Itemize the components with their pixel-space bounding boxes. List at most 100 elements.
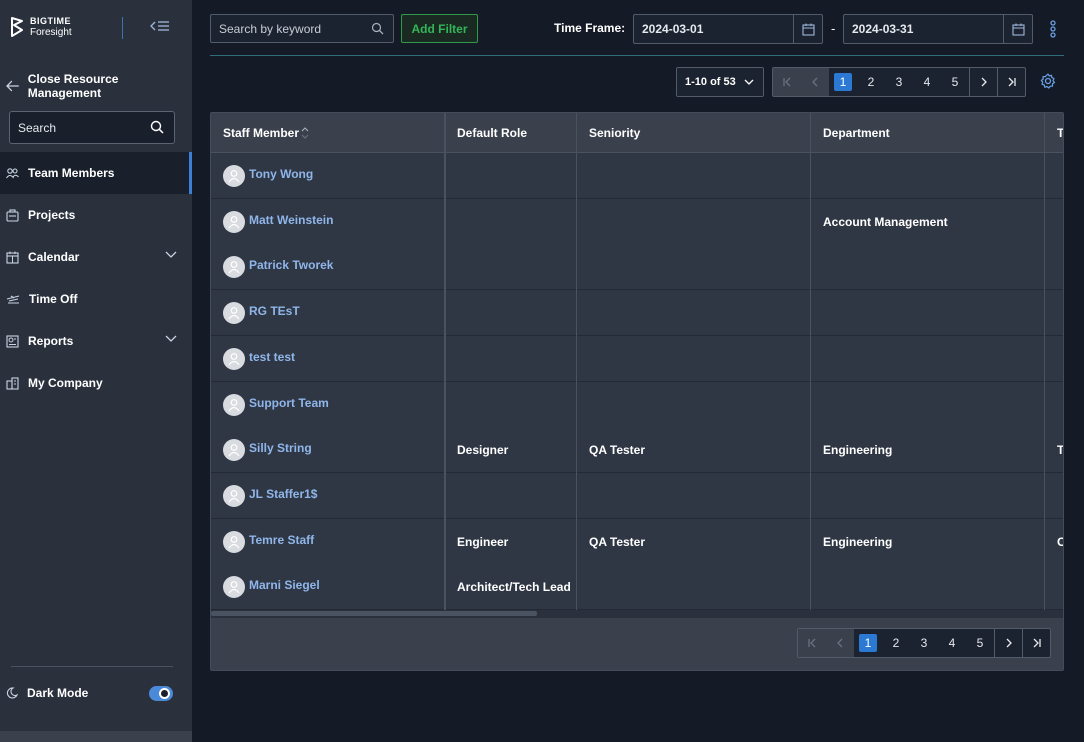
sidebar-search-input[interactable] xyxy=(18,120,148,135)
calendar-icon xyxy=(6,251,19,264)
date-separator: - xyxy=(831,21,836,36)
scrollbar-thumb[interactable] xyxy=(211,611,537,616)
table-header: Staff Member Default Role Seniority Depa… xyxy=(211,113,1063,153)
chevron-down-icon xyxy=(744,79,754,85)
date-to-calendar-button[interactable] xyxy=(1003,15,1032,43)
dark-mode-row: Dark Mode xyxy=(6,686,176,701)
table-row: Silly String Designer QA Tester Engineering… xyxy=(211,427,1064,474)
cell-truncated xyxy=(1045,199,1063,245)
cell-seniority xyxy=(577,382,811,428)
cell-truncated xyxy=(1045,473,1063,519)
next-page-button[interactable] xyxy=(994,629,1022,657)
page-button-1[interactable]: 1 xyxy=(829,68,857,96)
staff-name-link[interactable]: test test xyxy=(249,350,295,364)
table-row: Tony Wong xyxy=(211,153,1063,199)
staff-name-link[interactable]: Temre Staff xyxy=(249,533,314,547)
sidebar-item-reports[interactable]: Reports xyxy=(0,320,192,362)
sidebar-item-calendar[interactable]: Calendar xyxy=(0,236,192,278)
table-row: test test xyxy=(211,335,1063,382)
more-options-button[interactable] xyxy=(1046,17,1060,41)
bigtime-logo-icon xyxy=(11,17,23,37)
toggle-knob xyxy=(159,688,170,699)
staff-name-link[interactable]: RG TEsT xyxy=(249,304,300,318)
toolbar-divider xyxy=(210,55,1064,56)
page-range-select[interactable]: 1-10 of 53 xyxy=(676,67,764,97)
staff-name-link[interactable]: Tony Wong xyxy=(249,167,313,181)
next-page-button[interactable] xyxy=(969,68,997,96)
avatar xyxy=(223,347,245,370)
page-button-3[interactable]: 3 xyxy=(885,68,913,96)
add-filter-button[interactable]: Add Filter xyxy=(401,14,478,43)
cell-default-role xyxy=(445,382,577,428)
prev-page-button[interactable] xyxy=(801,68,829,96)
keyword-search[interactable] xyxy=(210,14,394,43)
collapse-sidebar-button[interactable] xyxy=(148,17,172,37)
staff-name-link[interactable]: Silly String xyxy=(249,441,312,455)
close-resource-management-link[interactable]: Close Resource Management xyxy=(6,72,192,100)
last-page-button[interactable] xyxy=(1022,629,1050,657)
collapse-menu-icon xyxy=(150,21,169,31)
sidebar-item-label: Time Off xyxy=(29,292,78,306)
sidebar-item-my-company[interactable]: My Company xyxy=(0,362,192,404)
table-row: Patrick Tworek xyxy=(211,244,1063,291)
page-button-4[interactable]: 4 xyxy=(938,629,966,657)
page-button-5[interactable]: 5 xyxy=(941,68,969,96)
staff-name-link[interactable]: Marni Siegel xyxy=(249,578,320,592)
date-from-field[interactable] xyxy=(633,14,823,44)
date-to-field[interactable] xyxy=(843,14,1033,44)
last-page-icon xyxy=(1033,638,1041,648)
table-settings-button[interactable] xyxy=(1040,73,1058,91)
last-page-button[interactable] xyxy=(997,68,1025,96)
column-divider xyxy=(576,113,577,610)
sidebar: BIGTIME Foresight Close Resource Managem… xyxy=(0,0,192,742)
date-from-calendar-button[interactable] xyxy=(793,15,822,43)
page-button-3[interactable]: 3 xyxy=(910,629,938,657)
sidebar-bottom-bar xyxy=(0,731,192,742)
cell-department xyxy=(811,290,1045,336)
cell-truncated: T xyxy=(1057,443,1064,458)
page-button-5[interactable]: 5 xyxy=(966,629,994,657)
cell-seniority xyxy=(577,244,811,290)
page-button-4[interactable]: 4 xyxy=(913,68,941,96)
staff-name-link[interactable]: JL Staffer1$ xyxy=(249,487,317,501)
date-to-input[interactable] xyxy=(852,22,1002,36)
column-header-seniority[interactable]: Seniority xyxy=(577,113,811,153)
avatar xyxy=(223,484,245,507)
column-header-department[interactable]: Department xyxy=(811,113,1045,153)
user-avatar-icon xyxy=(228,398,240,411)
sidebar-search[interactable] xyxy=(9,111,175,144)
dark-mode-label: Dark Mode xyxy=(27,686,89,700)
user-avatar-icon xyxy=(228,535,240,548)
sidebar-item-projects[interactable]: Projects xyxy=(0,194,192,236)
keyword-search-input[interactable] xyxy=(219,21,369,36)
search-icon xyxy=(371,22,384,35)
staff-name-link[interactable]: Patrick Tworek xyxy=(249,258,333,272)
horizontal-scrollbar[interactable] xyxy=(211,610,1063,618)
first-page-button[interactable] xyxy=(773,68,801,96)
avatar xyxy=(223,302,245,325)
column-header-staff-member[interactable]: Staff Member xyxy=(211,113,445,153)
column-header-default-role[interactable]: Default Role xyxy=(445,113,577,153)
page-button-1[interactable]: 1 xyxy=(854,629,882,657)
sidebar-item-team-members[interactable]: Team Members xyxy=(0,152,192,194)
cell-seniority xyxy=(577,290,811,336)
pagination-bottom: 1 2 3 4 5 xyxy=(797,628,1051,658)
column-header-truncated[interactable]: T xyxy=(1045,113,1063,153)
sidebar-item-time-off[interactable]: Time Off xyxy=(0,278,192,320)
user-avatar-icon xyxy=(228,581,240,594)
avatar xyxy=(223,530,245,553)
page-button-2[interactable]: 2 xyxy=(857,68,885,96)
page-button-2[interactable]: 2 xyxy=(882,629,910,657)
cell-staff-member: Patrick Tworek xyxy=(211,244,445,290)
cell-staff-member: Support Team xyxy=(211,382,445,428)
cell-truncated: C xyxy=(1045,519,1063,565)
first-page-button[interactable] xyxy=(798,629,826,657)
cell-seniority xyxy=(577,153,811,199)
date-from-input[interactable] xyxy=(642,22,792,36)
last-page-icon xyxy=(1008,77,1016,87)
dark-mode-toggle[interactable] xyxy=(149,686,173,701)
cell-staff-member: Matt Weinstein xyxy=(211,199,445,245)
prev-page-button[interactable] xyxy=(826,629,854,657)
staff-name-link[interactable]: Matt Weinstein xyxy=(249,213,333,227)
staff-name-link[interactable]: Support Team xyxy=(249,396,329,410)
